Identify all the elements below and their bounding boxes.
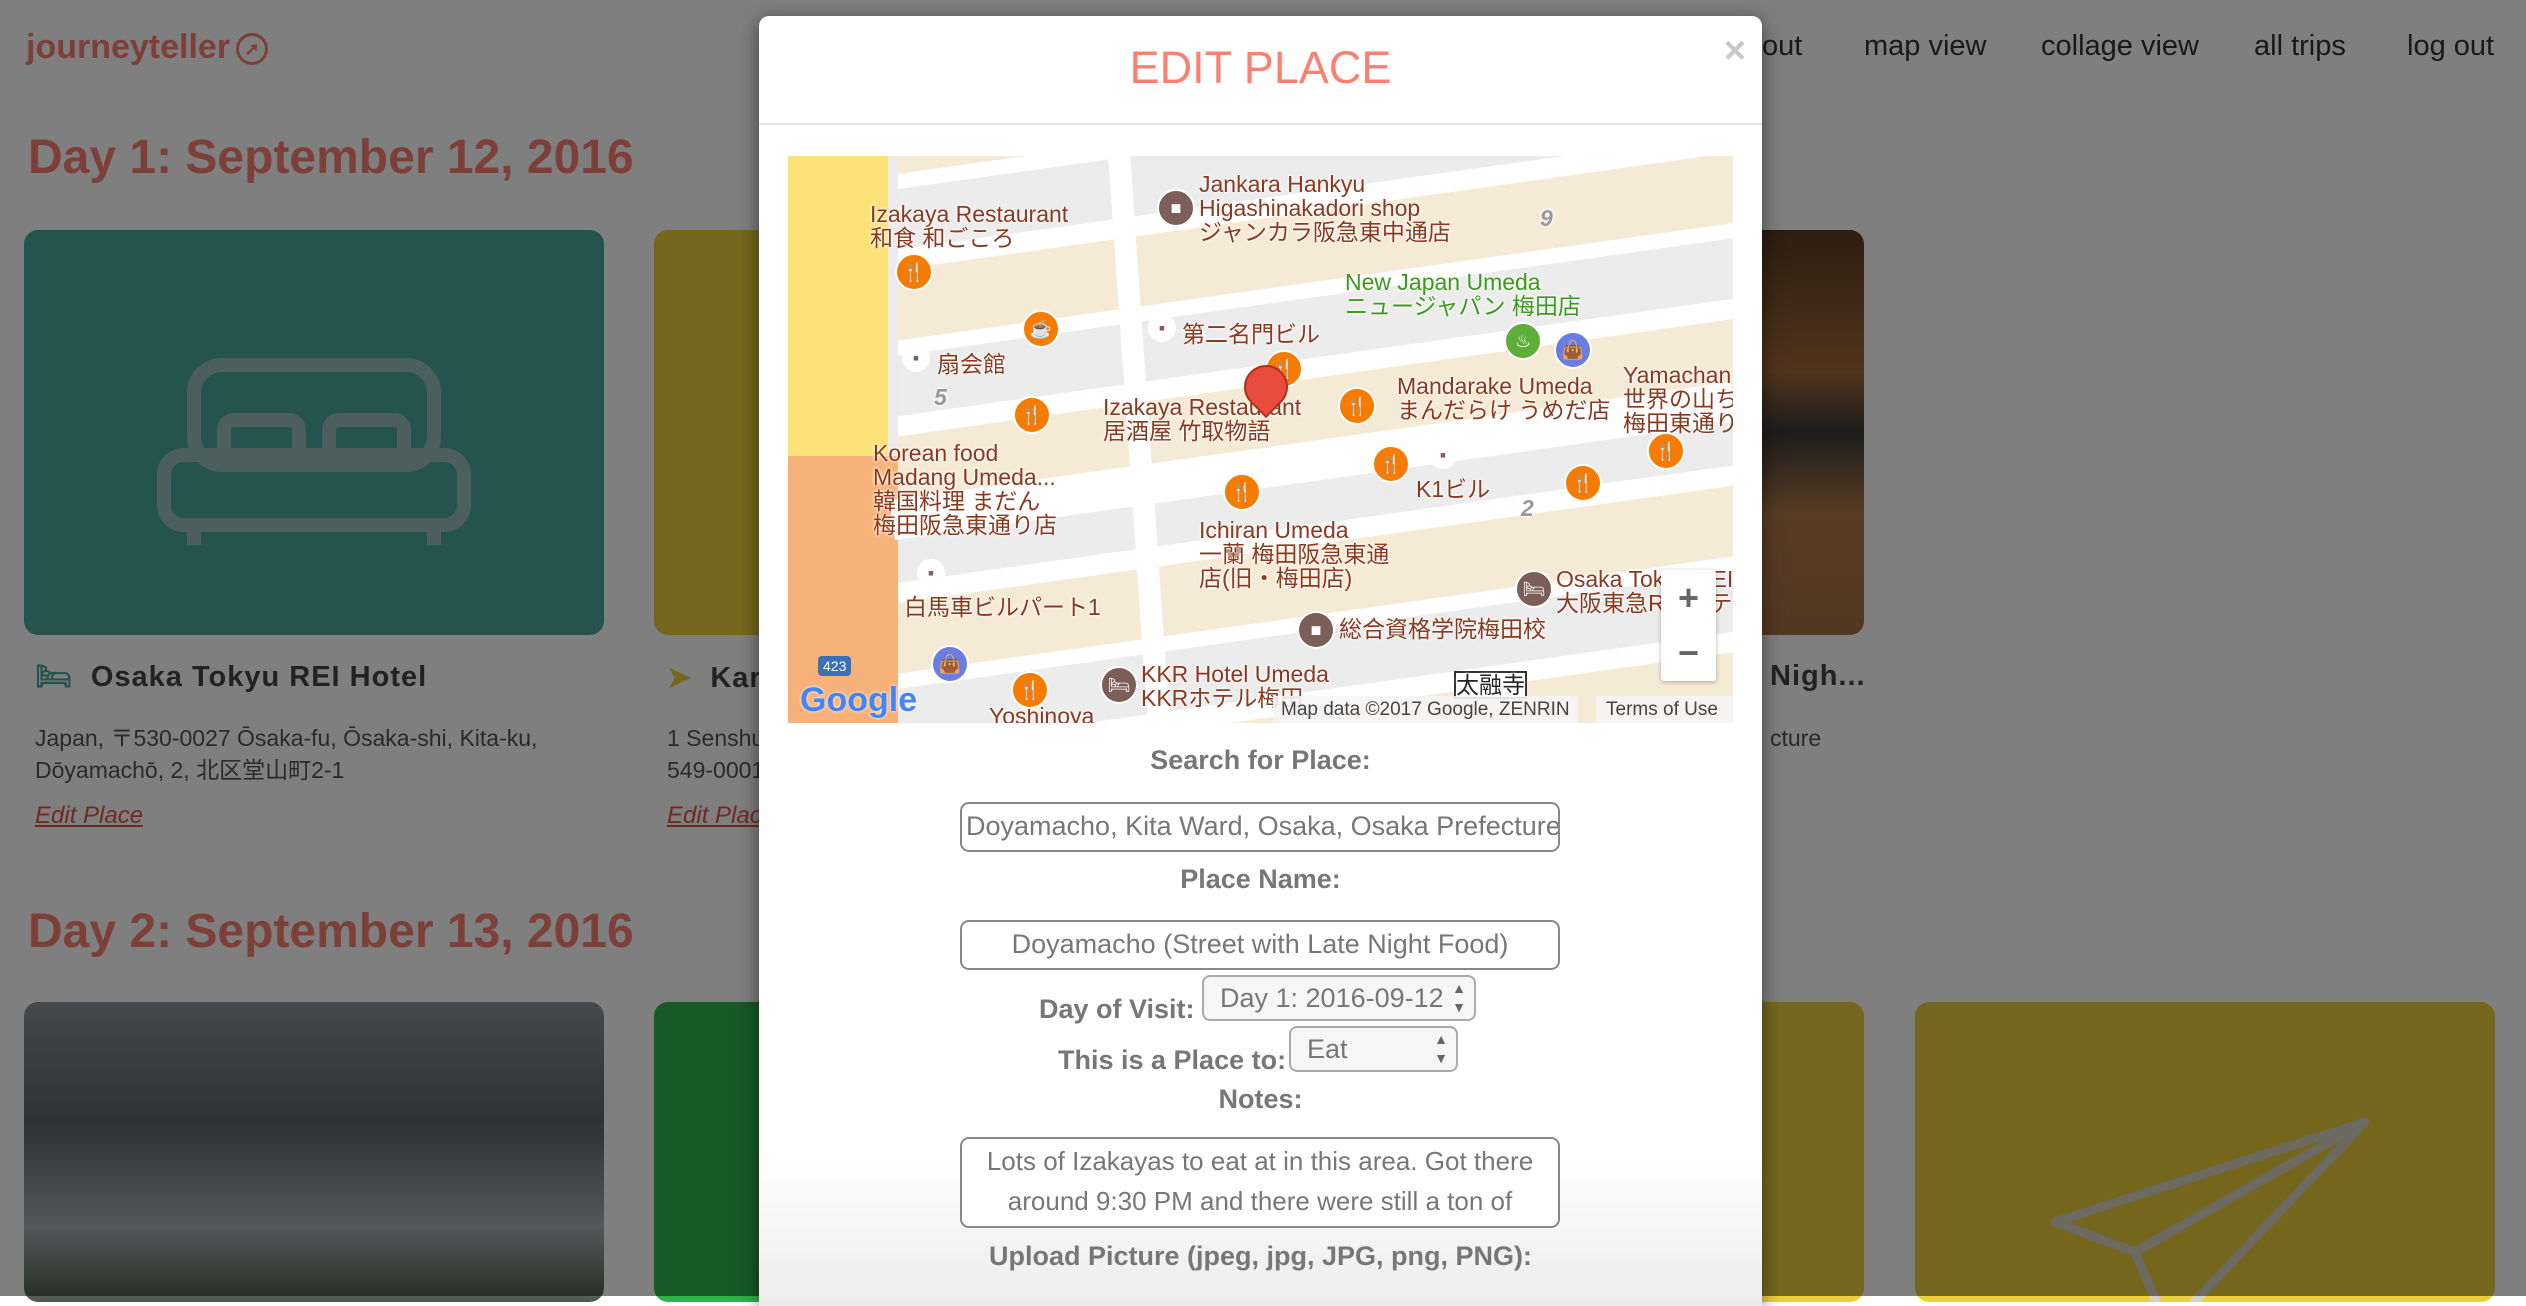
select-arrows-icon: ▲ ▼ [1434, 1031, 1448, 1066]
place-name-input[interactable]: Doyamacho (Street with Late Night Food) [960, 920, 1560, 970]
place-type-select[interactable]: Eat ▲ ▼ [1289, 1026, 1458, 1072]
building-icon[interactable]: ▪ [1429, 441, 1457, 469]
restaurant-icon[interactable]: 🍴 [1011, 671, 1049, 709]
shop-icon[interactable]: ■ [1157, 189, 1195, 227]
google-logo: Google [800, 681, 918, 719]
restaurant-icon[interactable]: 🍴 [1013, 396, 1051, 434]
building-icon[interactable]: ▪ [902, 344, 930, 372]
building-icon[interactable]: ▪ [1148, 314, 1176, 342]
building-icon[interactable]: ▪ [917, 559, 945, 587]
notes-label: Notes: [1218, 1084, 1303, 1114]
spa-icon[interactable]: ♨ [1504, 322, 1542, 360]
restaurant-icon[interactable]: 🍴 [1223, 473, 1261, 511]
map-label[interactable]: 5 [934, 385, 947, 409]
edit-place-modal: EDIT PLACE × Izakaya Restaurant 和食 和ごころ Ja… [759, 16, 1762, 1306]
zoom-out-button[interactable]: − [1661, 625, 1716, 680]
day-of-visit-select[interactable]: Day 1: 2016-09-12 ▲ ▼ [1202, 975, 1476, 1021]
upload-picture-label: Upload Picture (jpeg, jpg, JPG, png, PNG… [988, 1241, 1533, 1271]
cafe-icon[interactable]: ☕ [1022, 310, 1060, 348]
terms-of-use-link[interactable]: Terms of Use [1596, 696, 1733, 723]
restaurant-icon[interactable]: 🍴 [1338, 387, 1376, 425]
search-input[interactable]: Doyamacho, Kita Ward, Osaka, Osaka Prefe… [960, 802, 1560, 852]
place-type-label: This is a Place to: [1058, 1045, 1287, 1075]
map-label[interactable]: Izakaya Restaurant 和食 和ごころ [870, 202, 1068, 250]
zoom-control: + − [1661, 570, 1716, 681]
place-name-label: Place Name: [1180, 864, 1341, 894]
select-arrows-icon: ▲ ▼ [1452, 980, 1466, 1015]
map-label[interactable]: Korean food Madang Umeda... 韓国料理 まだん 梅田阪急東通… [873, 441, 1057, 537]
map-label[interactable]: Mandarake Umeda まんだらけ うめだ店 [1397, 374, 1610, 422]
shopping-icon[interactable]: 👜 [1554, 331, 1592, 369]
selected-day: Day 1: 2016-09-12 [1220, 983, 1444, 1013]
restaurant-icon[interactable]: 🍴 [1564, 464, 1602, 502]
zoom-in-button[interactable]: + [1661, 570, 1716, 625]
modal-title: EDIT PLACE [1129, 42, 1392, 93]
map-label[interactable]: Yoshinoya [989, 704, 1094, 723]
map-label[interactable]: New Japan Umeda ニュージャパン 梅田店 [1345, 270, 1581, 318]
map[interactable]: Izakaya Restaurant 和食 和ごころ Jankara Hankyu H… [788, 156, 1733, 723]
map-label[interactable]: Jankara Hankyu Higashinakadori shop ジャンカラ阪… [1199, 172, 1451, 244]
hotel-icon[interactable]: 🛏 [1515, 570, 1553, 608]
map-label[interactable]: 総合資格学院梅田校 [1339, 617, 1546, 641]
map-label[interactable]: 2 [1521, 496, 1534, 520]
notes-textarea[interactable]: Lots of Izakayas to eat at in this area.… [960, 1137, 1560, 1228]
search-label: Search for Place: [1150, 745, 1371, 775]
route-shield: 423 [818, 656, 852, 676]
map-label[interactable]: Ichiran Umeda 一蘭 梅田阪急東通 店(旧・梅田店) [1199, 518, 1389, 590]
map-label[interactable]: 第二名門ビル [1182, 322, 1320, 346]
map-attribution: Map data ©2017 Google, ZENRIN [1273, 696, 1578, 723]
hotel-icon[interactable]: 🛏 [1100, 666, 1138, 704]
divider [759, 123, 1762, 125]
school-icon[interactable]: ■ [1297, 611, 1335, 649]
map-label[interactable]: 扇会館 [937, 352, 1006, 376]
shopping-icon[interactable]: 👜 [931, 645, 969, 683]
map-label[interactable]: 9 [1540, 206, 1553, 230]
map-label[interactable]: 太融寺 [1454, 671, 1527, 699]
restaurant-icon[interactable]: 🍴 [1372, 445, 1410, 483]
map-label[interactable]: Yamachan 世界の山ち 梅田東通り [1623, 363, 1733, 435]
close-button[interactable]: × [1724, 30, 1746, 73]
day-of-visit-label: Day of Visit: [1039, 994, 1195, 1024]
map-label[interactable]: 白馬車ビルパート1 [904, 595, 1101, 619]
restaurant-icon[interactable]: 🍴 [1647, 432, 1685, 470]
restaurant-icon[interactable]: 🍴 [895, 253, 933, 291]
map-label[interactable]: K1ビル [1416, 477, 1490, 501]
selected-type: Eat [1307, 1034, 1348, 1064]
